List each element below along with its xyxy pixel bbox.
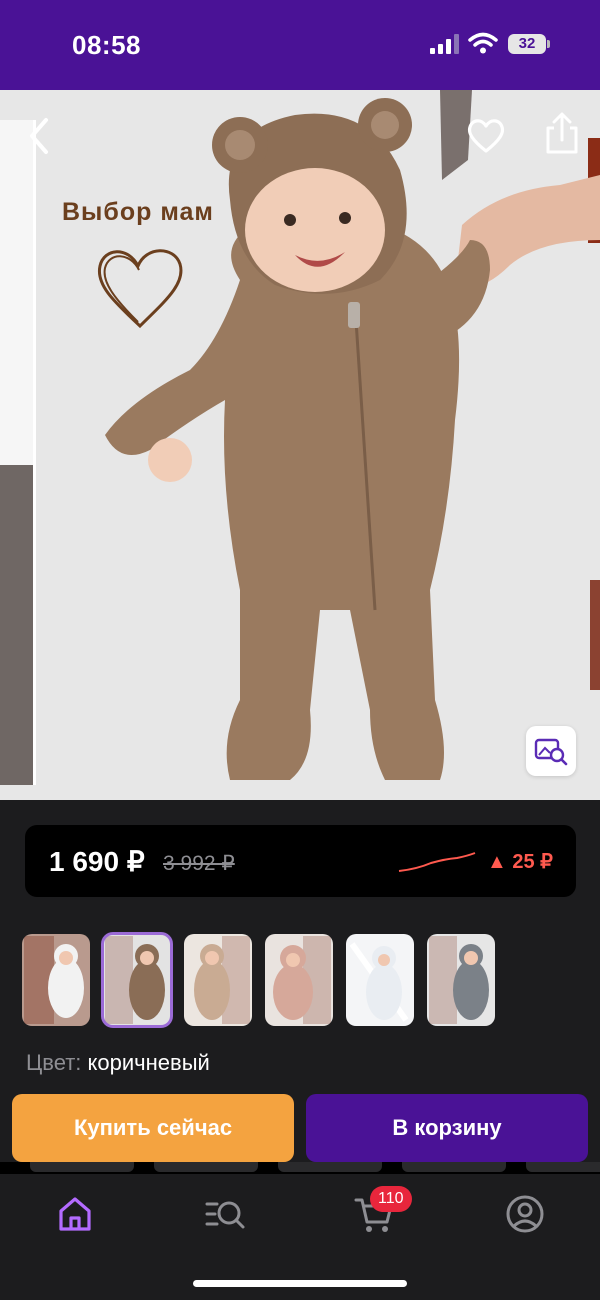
image-search-icon <box>534 738 568 766</box>
thumbnail-pink-bear-suit[interactable] <box>265 934 333 1026</box>
battery-icon: 32 <box>508 34 550 54</box>
color-selection: Цвет: коричневый <box>26 1050 210 1076</box>
price-card[interactable]: 1 690 ₽ 3 992 ₽ ▲ 25 ₽ <box>25 825 576 897</box>
thumbnail-brown-bear-suit[interactable] <box>101 932 173 1028</box>
old-price: 3 992 ₽ <box>163 852 235 875</box>
battery-level: 32 <box>508 34 546 54</box>
scrolled-content-peek <box>0 1162 600 1174</box>
cart-count-badge: 110 <box>370 1186 412 1212</box>
baby-bear-suit-photo <box>105 90 600 780</box>
price-trend-sparkline <box>398 852 476 872</box>
price-change: ▲ 25 ₽ <box>487 851 553 873</box>
wifi-icon <box>468 32 498 54</box>
hero-tagline: Выбор мам <box>62 198 214 226</box>
previous-image-peek-lower <box>0 465 36 785</box>
color-value: коричневый <box>87 1050 210 1075</box>
heart-outline-icon[interactable] <box>466 116 506 156</box>
catalog-search-icon[interactable] <box>203 1192 247 1236</box>
back-arrow-icon[interactable] <box>24 116 54 156</box>
image-search-button[interactable] <box>526 726 576 776</box>
thumbnail-white-bear-suit[interactable] <box>22 934 90 1026</box>
add-to-cart-button[interactable]: В корзину <box>306 1094 588 1162</box>
heart-doodle-icon <box>97 249 183 329</box>
thumbnail-beige-bear-suit[interactable] <box>184 934 252 1026</box>
thumbnail-grey-bear-suit[interactable] <box>427 934 495 1026</box>
share-icon[interactable] <box>542 112 582 156</box>
status-time: 08:58 <box>72 30 141 60</box>
current-price: 1 690 ₽ <box>49 846 145 877</box>
thumbnail-light-grey-suit[interactable] <box>346 934 414 1026</box>
product-image[interactable]: Выбор мам <box>0 90 600 800</box>
home-icon[interactable] <box>53 1192 97 1236</box>
profile-icon[interactable] <box>503 1192 547 1236</box>
home-indicator <box>193 1280 407 1287</box>
buy-now-button[interactable]: Купить сейчас <box>12 1094 294 1162</box>
color-variant-thumbnails <box>22 932 582 1028</box>
color-label: Цвет: <box>26 1050 82 1075</box>
signal-icon <box>430 34 459 54</box>
status-bar: 08:58 32 <box>0 0 600 90</box>
